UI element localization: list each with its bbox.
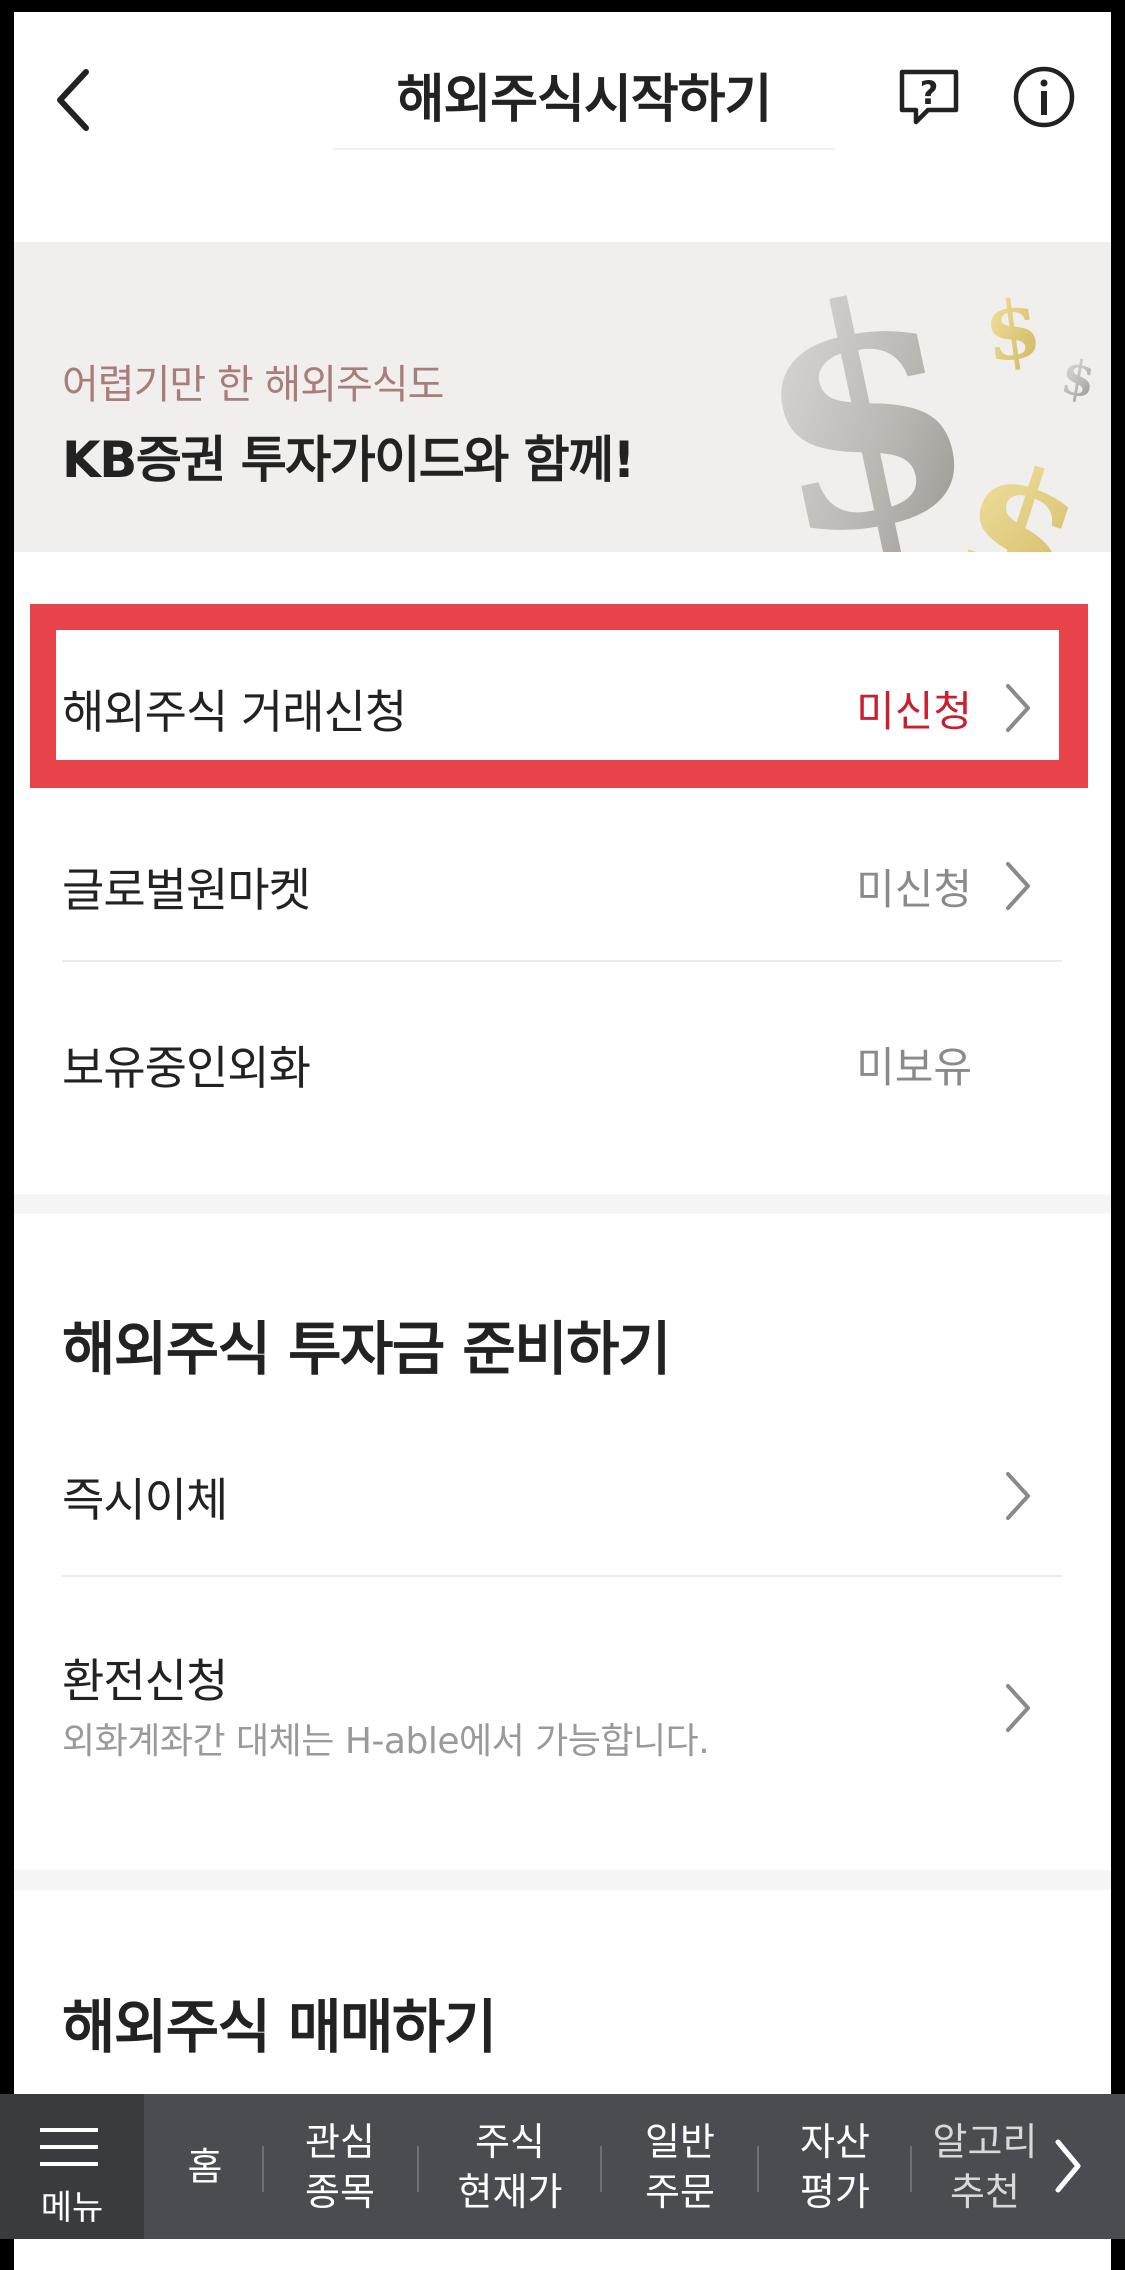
nav-label-line1: 자산 (800, 2119, 870, 2164)
svg-text:$: $ (979, 280, 1047, 381)
row-global-one-market[interactable]: 글로벌원마켓 미신청 (62, 824, 1062, 944)
page-title-area: 해외주식시작하기 (334, 52, 834, 150)
app-screen: 해외주식시작하기 ? 어렵기만 한 해외주식도 KB증권 투자가이드와 함께! (14, 12, 1111, 2270)
dollar-sign-illustration: $ $ $ $ (725, 242, 1105, 552)
svg-text:?: ? (920, 74, 939, 112)
nav-label-line1: 일반 (645, 2119, 715, 2164)
header: 해외주식시작하기 ? (14, 12, 1111, 180)
nav-label-line2: 현재가 (457, 2169, 563, 2214)
nav-item-order[interactable]: 일반 주문 (605, 2094, 755, 2239)
status-text: 미신청 (856, 865, 972, 914)
section-title-trade: 해외주식 매매하기 (62, 1993, 497, 2061)
row-held-foreign-currency: 보유중인외화 미보유 (62, 1002, 1062, 1122)
row-label: 해외주식 거래신청 (62, 685, 407, 739)
menu-button[interactable]: 메뉴 (0, 2094, 144, 2239)
nav-label-line1: 관심 (305, 2119, 375, 2164)
nav-label: 홈 (187, 2144, 223, 2189)
chevron-right-icon (1006, 862, 1030, 910)
nav-label-line2: 평가 (800, 2169, 870, 2214)
banner-title: KB증권 투자가이드와 함께! (62, 431, 635, 489)
row-instant-transfer[interactable]: 즉시이체 (62, 1434, 1062, 1554)
nav-item-asset-evaluation[interactable]: 자산 평가 (760, 2094, 910, 2239)
hamburger-icon (40, 2128, 98, 2179)
chevron-left-icon[interactable] (44, 60, 104, 140)
question-chat-icon[interactable]: ? (894, 62, 964, 132)
promo-banner[interactable]: 어렵기만 한 해외주식도 KB증권 투자가이드와 함께! $ $ $ $ (14, 242, 1111, 552)
nav-item-stock-price[interactable]: 주식 현재가 (420, 2094, 600, 2239)
nav-separator (262, 2146, 264, 2192)
nav-separator (417, 2146, 419, 2192)
row-overseas-trade-application[interactable]: 해외주식 거래신청 미신청 (62, 646, 1062, 766)
row-label: 환전신청 (62, 1654, 228, 1708)
status-text: 미신청 (856, 687, 972, 736)
exchange-note: 외화계좌간 대체는 H-able에서 가능합니다. (62, 1721, 710, 1762)
nav-item-watchlist[interactable]: 관심 종목 (265, 2094, 415, 2239)
menu-label: 메뉴 (40, 2188, 104, 2228)
nav-label-line2: 종목 (305, 2169, 375, 2214)
chevron-right-icon (1006, 684, 1030, 732)
nav-separator (757, 2146, 759, 2192)
divider (62, 1575, 1062, 1577)
nav-label-line1: 알고리 (932, 2119, 1038, 2164)
nav-separator (910, 2146, 912, 2192)
svg-text:$: $ (725, 242, 1003, 552)
section-gap (14, 1870, 1111, 1890)
nav-item-home[interactable]: 홈 (150, 2094, 260, 2239)
nav-label-line2: 추천 (950, 2169, 1020, 2214)
chevron-right-icon (1006, 1684, 1030, 1732)
bottom-nav: 메뉴 홈 관심 종목 주식 현재가 일반 주문 자산 평가 알고리 추천 (0, 2094, 1125, 2239)
chevron-right-icon[interactable] (1050, 2134, 1086, 2198)
info-circle-icon[interactable] (1009, 62, 1079, 132)
row-label: 즉시이체 (62, 1473, 228, 1527)
banner-subtitle: 어렵기만 한 해외주식도 (62, 362, 444, 408)
nav-item-algo-recommend[interactable]: 알고리 추천 (915, 2094, 1055, 2239)
nav-label-line2: 주문 (645, 2169, 715, 2214)
svg-text:$: $ (1057, 349, 1100, 410)
divider (62, 960, 1062, 962)
page-title: 해외주식시작하기 (396, 70, 773, 130)
status-text: 미보유 (856, 1043, 972, 1092)
row-label: 글로벌원마켓 (62, 863, 311, 917)
section-gap (14, 1194, 1111, 1214)
row-label: 보유중인외화 (62, 1041, 311, 1095)
section-title-prepare: 해외주식 투자금 준비하기 (62, 1315, 671, 1383)
nav-separator (600, 2146, 602, 2192)
nav-label-line1: 주식 (475, 2119, 545, 2164)
chevron-right-icon (1006, 1472, 1030, 1520)
